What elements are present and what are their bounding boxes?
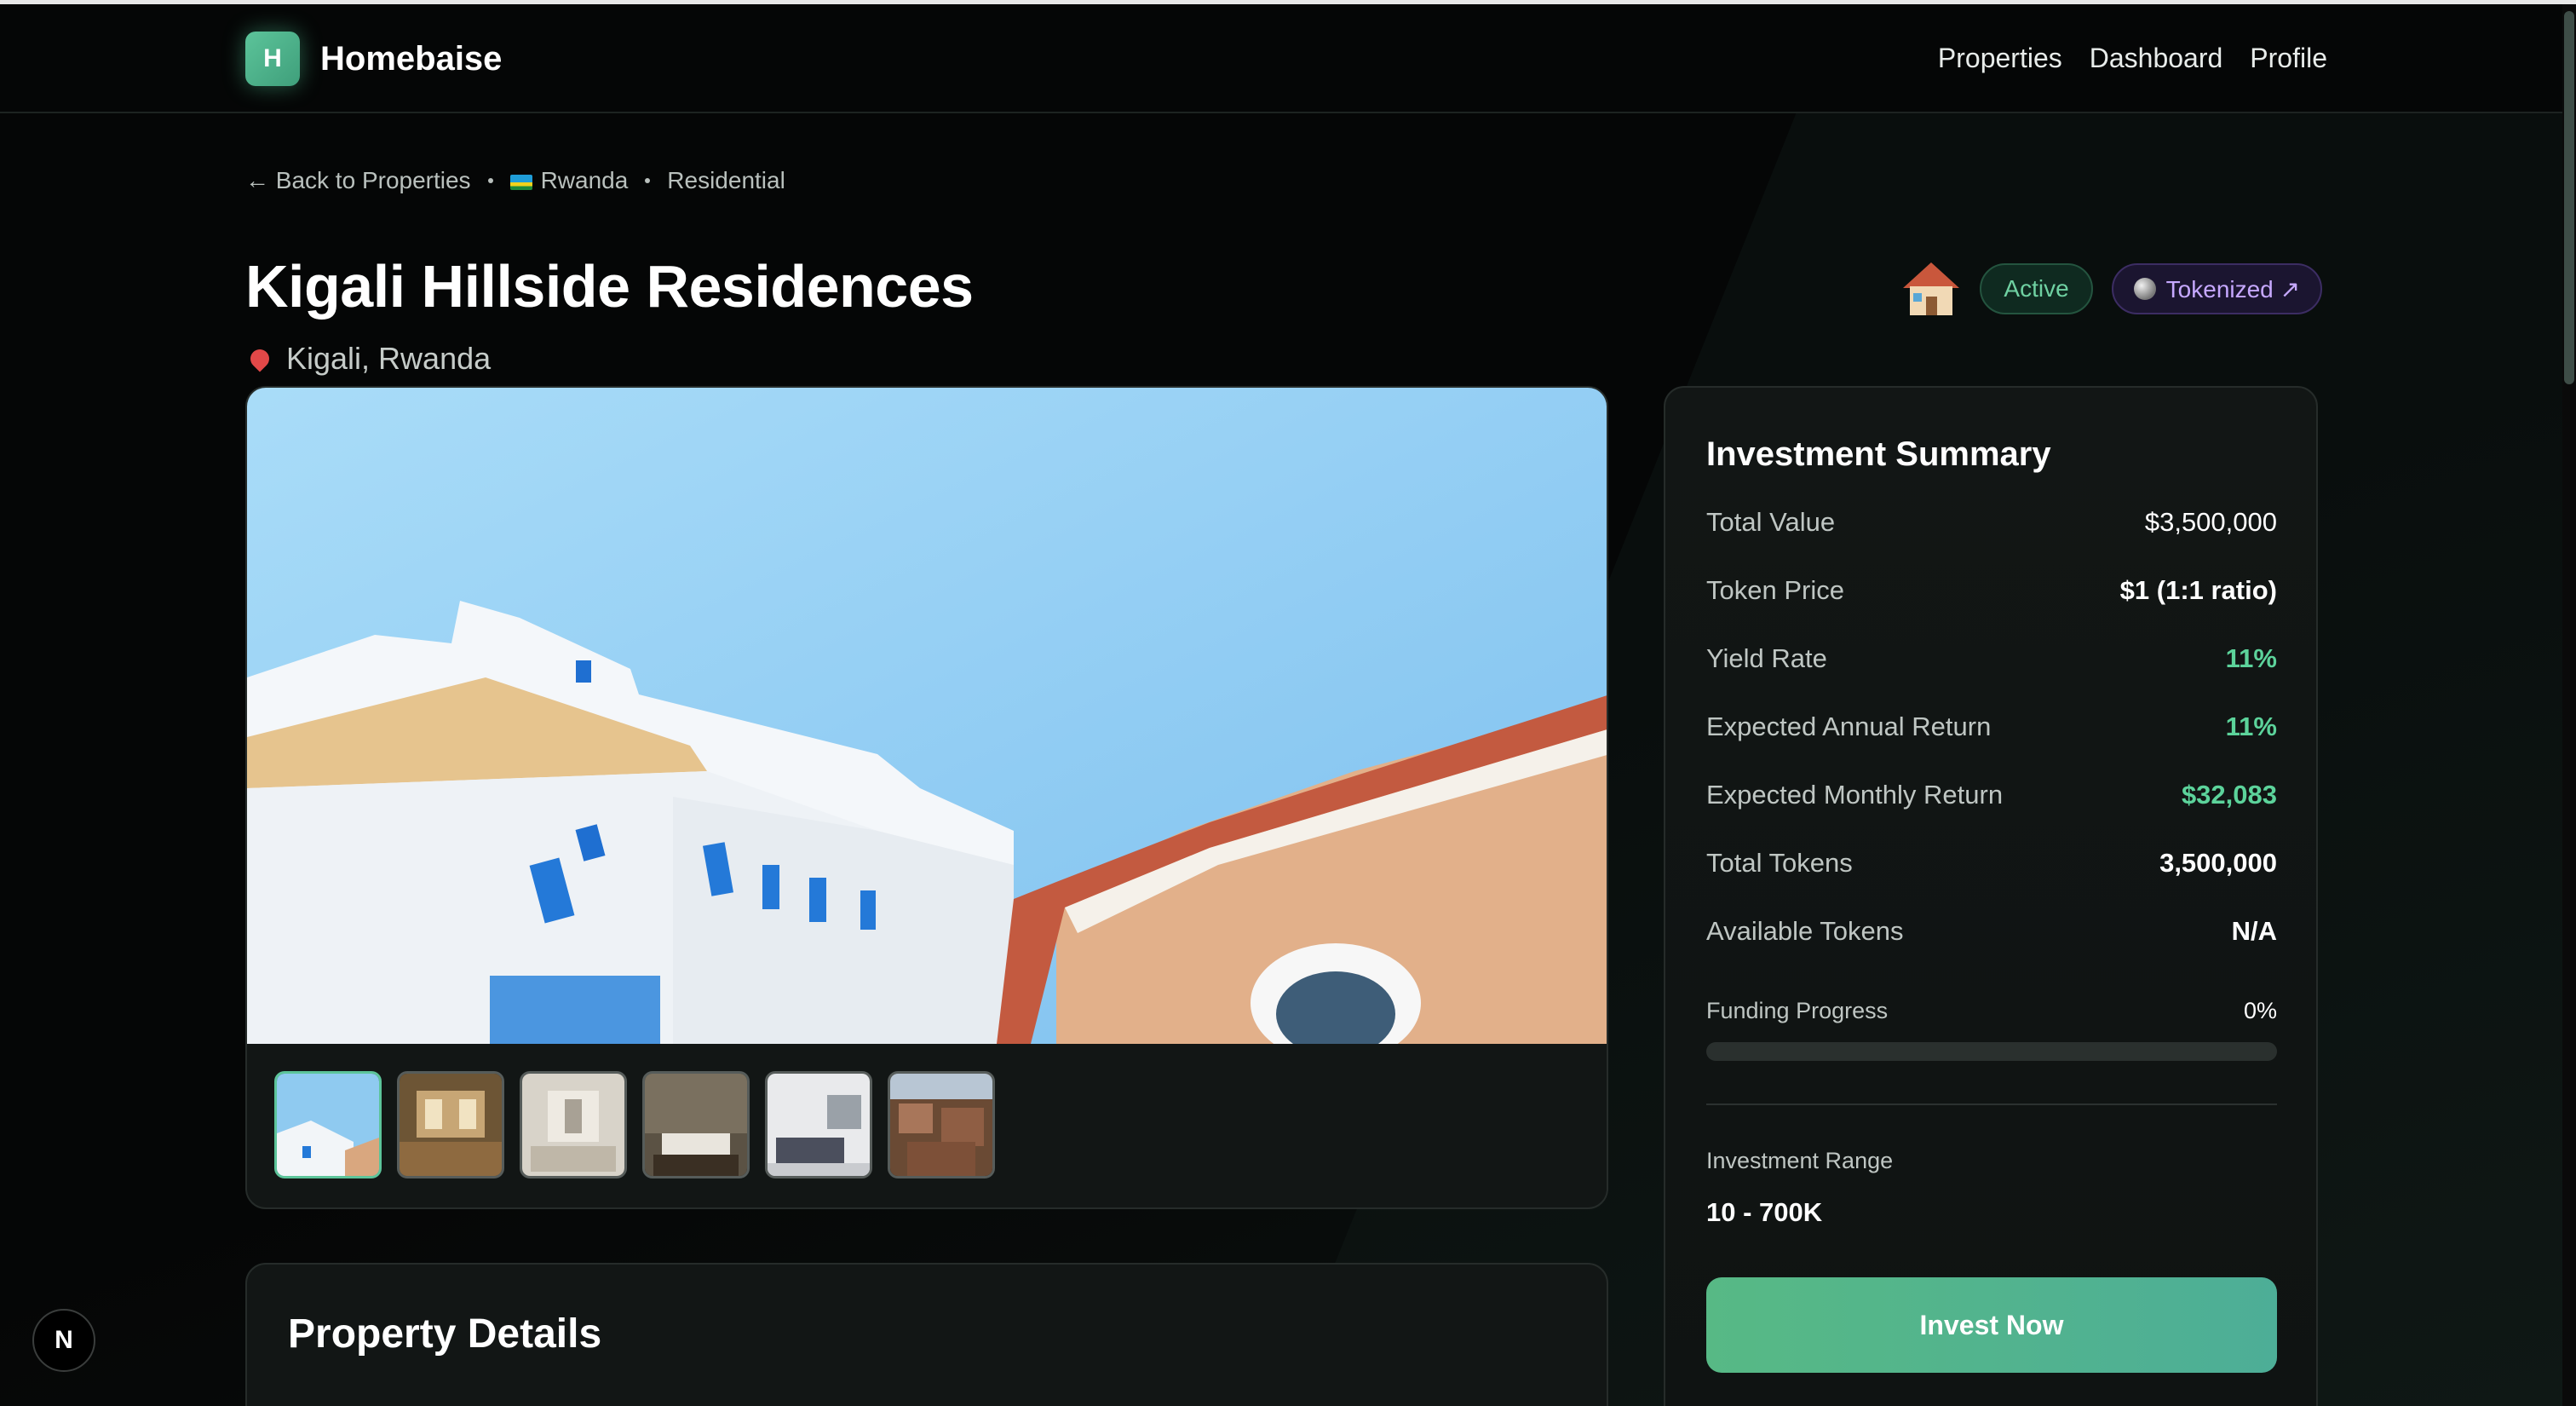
breadcrumb-category: Residential <box>667 167 785 193</box>
investment-range-label: Investment Range <box>1706 1148 1894 1173</box>
summary-row-total-value: Total Value $3,500,000 <box>1706 507 2277 538</box>
row-label: Yield Rate <box>1706 643 1827 673</box>
row-label: Available Tokens <box>1706 916 1904 946</box>
thumbnail[interactable] <box>888 1071 995 1178</box>
row-value: $3,500,000 <box>2144 507 2277 537</box>
status-badges: Active Tokenized ↗ <box>1901 259 2322 319</box>
tokenized-badge[interactable]: Tokenized ↗ <box>2111 263 2322 314</box>
page-title: Kigali Hillside Residences <box>245 253 974 320</box>
thumbnail[interactable] <box>765 1071 872 1178</box>
investment-range-value: 10 - 700K <box>1706 1197 1823 1227</box>
location-label: Kigali, Rwanda <box>286 341 492 376</box>
dev-tools-badge[interactable]: N <box>32 1309 95 1372</box>
back-to-properties-link[interactable]: ← Back to Properties <box>245 167 471 194</box>
breadcrumb-country-label: Rwanda <box>540 167 629 193</box>
thumbnail[interactable] <box>397 1071 504 1178</box>
row-value: N/A <box>2231 916 2277 946</box>
house-icon <box>1901 259 1961 319</box>
property-location: Kigali, Rwanda <box>245 341 491 377</box>
breadcrumb-separator <box>645 178 651 183</box>
brand-name[interactable]: Homebaise <box>320 40 502 78</box>
tokenized-label: Tokenized ↗ <box>2165 275 2300 303</box>
breadcrumb: ← Back to Properties Rwanda Residential <box>245 167 785 194</box>
property-details-card: Property Details <box>245 1263 1608 1406</box>
row-label: Expected Monthly Return <box>1706 780 2004 810</box>
token-coin-icon <box>2133 278 2156 300</box>
breadcrumb-country: Rwanda <box>509 167 629 194</box>
summary-row-total-tokens: Total Tokens 3,500,000 <box>1706 848 2277 879</box>
funding-progress-header: Funding Progress 0% <box>1706 998 2277 1024</box>
location-pin-icon <box>246 345 273 372</box>
funding-progress-value: 0% <box>2243 998 2277 1023</box>
row-value: 11% <box>2225 712 2277 741</box>
summary-row-yield-rate: Yield Rate 11% <box>1706 643 2277 674</box>
funding-progress-label: Funding Progress <box>1706 998 1889 1023</box>
row-value: 11% <box>2225 643 2277 673</box>
main-property-image[interactable] <box>247 388 1607 1044</box>
scrollbar[interactable] <box>2562 4 2576 1406</box>
divider <box>1706 1103 2277 1105</box>
nav-dashboard[interactable]: Dashboard <box>2090 43 2223 74</box>
row-value: $32,083 <box>2181 780 2277 810</box>
investment-summary-title: Investment Summary <box>1706 435 2051 473</box>
property-details-title: Property Details <box>288 1311 602 1357</box>
row-label: Total Value <box>1706 507 1836 537</box>
top-navbar: H Homebaise Properties Dashboard Profile <box>0 4 2562 113</box>
status-badge: Active <box>1980 263 2093 314</box>
scrollbar-thumb[interactable] <box>2564 11 2574 384</box>
summary-row-annual-return: Expected Annual Return 11% <box>1706 712 2277 742</box>
row-value: $1 (1:1 ratio) <box>2119 575 2277 605</box>
funding-progress-bar <box>1706 1042 2277 1061</box>
rwanda-flag-icon <box>509 174 532 190</box>
main-nav: Properties Dashboard Profile <box>1938 43 2327 74</box>
row-label: Token Price <box>1706 575 1844 605</box>
row-label: Total Tokens <box>1706 848 1853 878</box>
thumbnail[interactable] <box>520 1071 627 1178</box>
nav-profile[interactable]: Profile <box>2250 43 2327 74</box>
breadcrumb-separator <box>487 178 493 183</box>
brand-logo[interactable]: H <box>245 32 300 86</box>
nav-properties[interactable]: Properties <box>1938 43 2062 74</box>
image-gallery <box>245 386 1608 1209</box>
summary-row-monthly-return: Expected Monthly Return $32,083 <box>1706 780 2277 810</box>
thumbnail-strip <box>274 1071 995 1178</box>
summary-row-available-tokens: Available Tokens N/A <box>1706 916 2277 947</box>
invest-now-button[interactable]: Invest Now <box>1706 1277 2277 1373</box>
row-value: 3,500,000 <box>2159 848 2277 878</box>
investment-summary-card: Investment Summary Total Value $3,500,00… <box>1664 386 2318 1406</box>
row-label: Expected Annual Return <box>1706 712 1992 741</box>
summary-row-token-price: Token Price $1 (1:1 ratio) <box>1706 575 2277 606</box>
thumbnail[interactable] <box>642 1071 750 1178</box>
thumbnail[interactable] <box>274 1071 382 1178</box>
